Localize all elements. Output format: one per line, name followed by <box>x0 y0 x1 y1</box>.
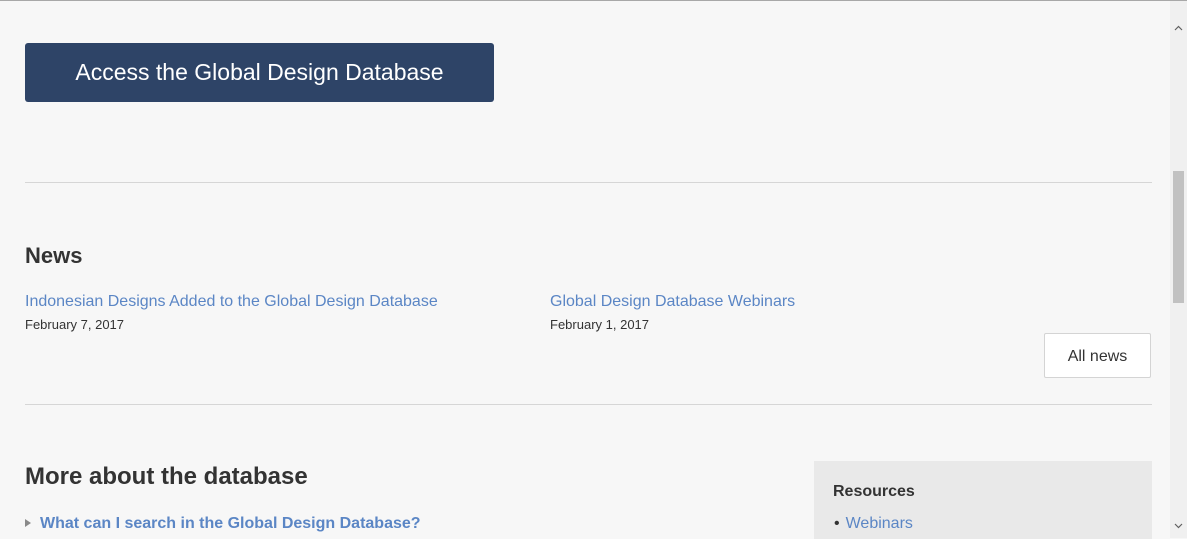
bullet: • <box>834 515 840 532</box>
triangle-right-icon <box>25 519 31 527</box>
access-database-button[interactable]: Access the Global Design Database <box>25 43 494 102</box>
resources-panel: Resources • Webinars <box>814 461 1152 539</box>
scroll-up-button[interactable] <box>1170 21 1187 38</box>
resources-heading: Resources <box>833 483 915 500</box>
faq-item[interactable]: What can I search in the Global Design D… <box>25 515 421 533</box>
all-news-button[interactable]: All news <box>1044 333 1151 378</box>
page-content: Access the Global Design Database News I… <box>0 1 1170 539</box>
news-item-date: February 1, 2017 <box>550 317 650 332</box>
news-heading: News <box>25 243 83 268</box>
resources-item-webinars[interactable]: • Webinars <box>834 515 913 533</box>
vertical-scrollbar[interactable] <box>1170 1 1187 538</box>
scrollbar-thumb[interactable] <box>1173 171 1184 303</box>
news-item-link[interactable]: Indonesian Designs Added to the Global D… <box>25 293 438 311</box>
scroll-down-button[interactable] <box>1170 519 1187 536</box>
chevron-down-icon <box>1174 523 1183 529</box>
more-about-heading: More about the database <box>25 463 308 490</box>
divider <box>25 404 1152 405</box>
news-item-link[interactable]: Global Design Database Webinars <box>550 293 795 311</box>
chevron-up-icon <box>1174 25 1183 31</box>
faq-item-label: What can I search in the Global Design D… <box>40 515 421 532</box>
news-item-date: February 7, 2017 <box>25 317 125 332</box>
divider <box>25 182 1152 183</box>
news-item: Global Design Database Webinars February… <box>550 293 795 332</box>
news-item: Indonesian Designs Added to the Global D… <box>25 293 438 332</box>
resources-item-label: Webinars <box>845 515 913 532</box>
